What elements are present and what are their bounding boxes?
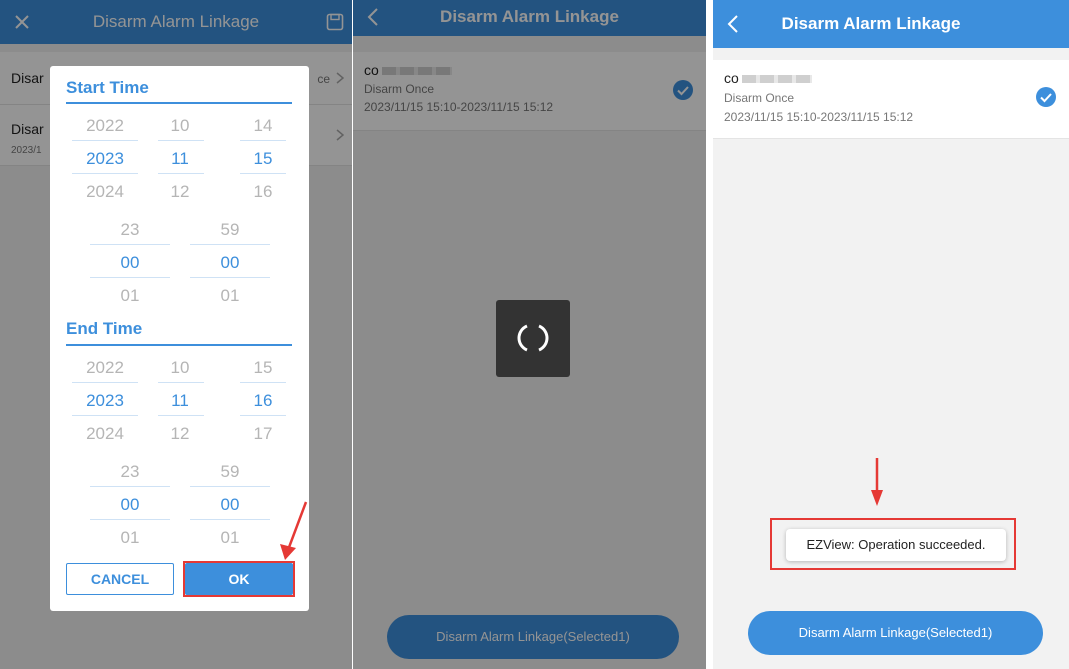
panel-time-picker: Disarm Alarm Linkage Disar ce Disar 2023… xyxy=(0,0,352,669)
picker-value[interactable]: 16 xyxy=(238,391,288,411)
checkmark-icon[interactable] xyxy=(1035,86,1057,108)
end-time-title: End Time xyxy=(66,319,143,338)
spinner-icon xyxy=(517,324,549,352)
item-mode: Disarm Once xyxy=(724,91,795,105)
picker-value[interactable]: 17 xyxy=(238,424,288,444)
redacted-text xyxy=(741,75,812,84)
list-item[interactable]: co Disarm Once 2023/11/15 15:10-2023/11/… xyxy=(713,60,1069,139)
picker-value[interactable]: 2022 xyxy=(70,116,140,136)
item-range: 2023/11/15 15:10-2023/11/15 15:12 xyxy=(724,110,914,124)
loading-spinner xyxy=(496,300,570,377)
cancel-button[interactable]: CANCEL xyxy=(66,563,174,595)
picker-value[interactable]: 00 xyxy=(195,253,265,273)
picker-value[interactable]: 00 xyxy=(95,495,165,515)
picker-value[interactable]: 23 xyxy=(95,462,165,482)
page-title: Disarm Alarm Linkage xyxy=(781,14,961,33)
picker-value[interactable]: 00 xyxy=(95,253,165,273)
picker-value[interactable]: 15 xyxy=(238,358,288,378)
picker-value[interactable]: 14 xyxy=(238,116,288,136)
picker-value[interactable]: 01 xyxy=(95,286,165,306)
picker-value[interactable]: 2023 xyxy=(70,391,140,411)
picker-value[interactable]: 10 xyxy=(155,358,205,378)
highlight-box xyxy=(183,561,295,597)
picker-value[interactable]: 01 xyxy=(195,528,265,548)
start-time-title: Start Time xyxy=(66,78,149,97)
arrow-down-icon xyxy=(871,458,883,506)
picker-value[interactable]: 2023 xyxy=(70,149,140,169)
divider xyxy=(66,344,292,346)
picker-value[interactable]: 11 xyxy=(155,149,205,169)
picker-value[interactable]: 10 xyxy=(155,116,205,136)
picker-value[interactable]: 59 xyxy=(195,220,265,240)
header-bar: Disarm Alarm Linkage xyxy=(713,0,1069,48)
picker-value[interactable]: 15 xyxy=(238,149,288,169)
arrow-down-icon xyxy=(280,501,308,560)
picker-value[interactable]: 16 xyxy=(238,182,288,202)
picker-value[interactable]: 01 xyxy=(195,286,265,306)
picker-value[interactable]: 59 xyxy=(195,462,265,482)
divider xyxy=(66,102,292,104)
picker-value[interactable]: 11 xyxy=(155,391,205,411)
disarm-button[interactable]: Disarm Alarm Linkage(Selected1) xyxy=(748,611,1043,655)
picker-value[interactable]: 2024 xyxy=(70,182,140,202)
picker-value[interactable]: 12 xyxy=(155,424,205,444)
picker-value[interactable]: 2022 xyxy=(70,358,140,378)
picker-value[interactable]: 2024 xyxy=(70,424,140,444)
picker-value[interactable]: 01 xyxy=(95,528,165,548)
highlight-box xyxy=(770,518,1016,570)
time-range-dialog: Start Time 2022 2023 2024 10 11 12 14 15… xyxy=(50,66,309,611)
picker-value[interactable]: 00 xyxy=(195,495,265,515)
panel-loading: Disarm Alarm Linkage co Disarm Once 2023… xyxy=(353,0,706,669)
picker-value[interactable]: 23 xyxy=(95,220,165,240)
item-name: co xyxy=(724,70,812,86)
picker-value[interactable]: 12 xyxy=(155,182,205,202)
